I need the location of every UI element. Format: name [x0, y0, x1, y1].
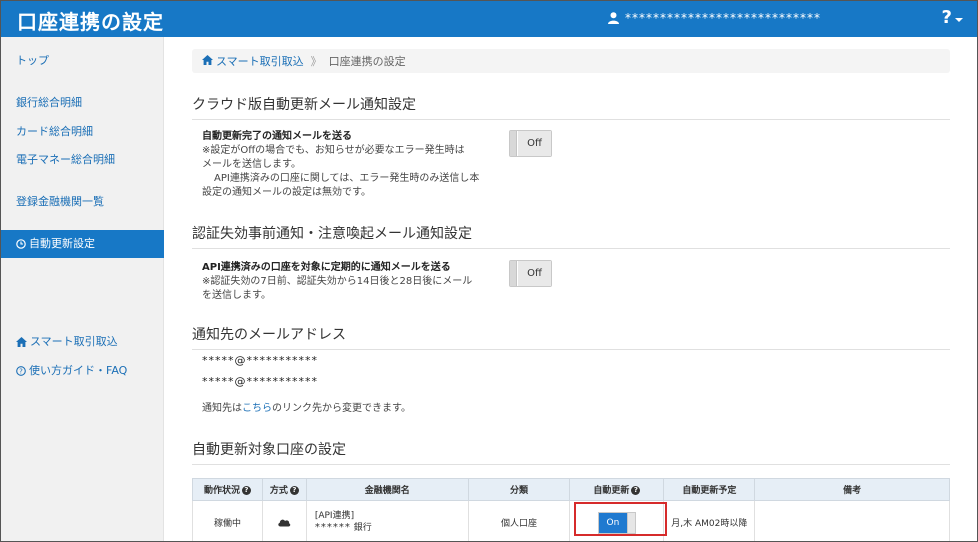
column-header-schedule: 自動更新予定 [663, 478, 756, 501]
description-line: を送信します。 [202, 290, 271, 301]
user-icon [608, 12, 619, 24]
auth-mail-toggle[interactable]: Off [509, 260, 552, 287]
note-text: のリンク先から変更できます。 [272, 403, 411, 414]
sidebar-item-label: トップ [16, 54, 49, 67]
cell-category: 個人口座 [467, 500, 571, 541]
cell-method [261, 500, 307, 541]
column-header-method: 方式? [261, 478, 307, 501]
app-window: 口座連携の設定 **************************** ? ト… [0, 0, 978, 542]
cloud-mail-toggle[interactable]: Off [509, 130, 552, 157]
sidebar-item-label: 自動更新設定 [29, 237, 95, 250]
email-change-link[interactable]: こちら [242, 403, 272, 414]
main-content: スマート取引取込 》 口座連携の設定 クラウド版自動更新メール通知設定 自動更新… [164, 37, 977, 541]
page-title: 口座連携の設定 [17, 10, 164, 34]
section-title-accounts: 自動更新対象口座の設定 [192, 439, 950, 465]
cell-status: 稼働中 [192, 500, 263, 541]
user-name: **************************** [625, 11, 821, 25]
note-text: 通知先は [202, 403, 242, 414]
table-row: 稼働中 [API連携] ****** 銀行 個人口座 On 月,木 AM02時以… [192, 500, 950, 541]
description-line: ※設定がOffの場合でも、お知らせが必要なエラー発生時は [202, 145, 465, 156]
home-icon [16, 337, 27, 347]
help-menu[interactable]: ? [942, 7, 963, 28]
column-header-status: 動作状況? [192, 478, 263, 501]
help-icon[interactable]: ? [631, 486, 641, 495]
toggle-knob [510, 131, 517, 156]
email-address: *****@*********** [202, 375, 318, 388]
auto-update-toggle[interactable]: On [597, 511, 636, 534]
sidebar-item-label: 銀行総合明細 [16, 96, 82, 109]
help-icon[interactable]: ? [289, 486, 299, 495]
sidebar: トップ 銀行総合明細 カード総合明細 電子マネー総合明細 登録金融機関一覧 自動… [1, 37, 164, 541]
toggle-knob [510, 261, 517, 286]
description-line: 設定の通知メールの設定は無効です。 [202, 187, 371, 198]
description-line: API連携済みの口座に関しては、エラー発生時のみ送信し本 [214, 173, 480, 184]
sidebar-item-auto-update[interactable]: 自動更新設定 [1, 230, 164, 258]
sidebar-item-institutions[interactable]: 登録金融機関一覧 [1, 188, 164, 216]
sidebar-item-label: 電子マネー総合明細 [16, 153, 115, 166]
option-title: 自動更新完了の通知メールを送る [202, 131, 352, 142]
table-header-row: 動作状況? 方式? 金融機関名 分類 自動更新? 自動更新予定 備考 [192, 478, 950, 501]
breadcrumb-current: 口座連携の設定 [328, 55, 406, 68]
help-icon: ? [941, 7, 952, 28]
chevron-down-icon [955, 17, 963, 22]
cloud-icon [277, 518, 291, 528]
sidebar-item-label: 使い方ガイド・FAQ [29, 364, 128, 377]
sidebar-item-label: カード総合明細 [16, 125, 93, 138]
toggle-label: Off [518, 131, 551, 156]
breadcrumb-link-smart-import[interactable]: スマート取引取込 [216, 53, 304, 69]
description-line: ※認証失効の7日前、認証失効から14日後と28日後にメール [202, 276, 473, 287]
clock-icon [16, 239, 26, 249]
breadcrumb: スマート取引取込 》 口座連携の設定 [192, 49, 950, 73]
cell-remarks [754, 500, 950, 541]
section-title-auth-mail: 認証失効事前通知・注意喚起メール通知設定 [192, 223, 950, 249]
help-icon[interactable]: ? [241, 486, 251, 495]
question-circle-icon: ? [16, 366, 26, 376]
toggle-knob [626, 512, 635, 533]
sidebar-item-guide-faq[interactable]: ? 使い方ガイド・FAQ [1, 357, 164, 385]
email-address: *****@*********** [202, 354, 318, 367]
auth-mail-description: API連携済みの口座を対象に定期的に通知メールを送る ※認証失効の7日前、認証失… [202, 261, 472, 303]
home-icon [202, 54, 213, 68]
column-header-remarks: 備考 [754, 478, 950, 501]
cell-schedule: 月,木 AM02時以降 [663, 500, 756, 541]
sidebar-item-emoney-statements[interactable]: 電子マネー総合明細 [1, 146, 164, 174]
accounts-table: 動作状況? 方式? 金融機関名 分類 自動更新? 自動更新予定 備考 稼働中 [… [192, 478, 950, 541]
email-change-note: 通知先はこちらのリンク先から変更できます。 [202, 399, 411, 414]
institution-name: ****** [314, 522, 351, 533]
user-menu[interactable]: **************************** [608, 11, 821, 25]
breadcrumb-separator: 》 [310, 55, 322, 68]
sidebar-item-label: スマート取引取込 [30, 335, 118, 348]
sidebar-item-smart-import[interactable]: スマート取引取込 [1, 328, 164, 356]
sidebar-item-card-statements[interactable]: カード総合明細 [1, 118, 164, 146]
section-title-email: 通知先のメールアドレス [192, 324, 950, 350]
option-title: API連携済みの口座を対象に定期的に通知メールを送る [202, 262, 451, 273]
sidebar-item-top[interactable]: トップ [1, 47, 164, 75]
top-bar: 口座連携の設定 **************************** ? [1, 1, 977, 37]
sidebar-item-label: 登録金融機関一覧 [16, 195, 104, 208]
column-header-auto-update: 自動更新? [569, 478, 665, 501]
cell-auto-update: On [569, 500, 665, 541]
cell-institution: [API連携] ****** 銀行 [305, 500, 469, 541]
svg-text:?: ? [19, 368, 23, 376]
cloud-mail-description: 自動更新完了の通知メールを送る ※設定がOffの場合でも、お知らせが必要なエラー… [202, 130, 479, 200]
toggle-label: Off [518, 261, 551, 286]
description-line: メールを送信します。 [202, 159, 301, 170]
institution-tag: [API連携] [314, 511, 355, 521]
sidebar-item-bank-statements[interactable]: 銀行総合明細 [1, 89, 164, 117]
column-header-institution: 金融機関名 [305, 478, 469, 501]
column-header-category: 分類 [467, 478, 571, 501]
section-title-cloud-mail: クラウド版自動更新メール通知設定 [192, 94, 950, 120]
toggle-label: On [598, 512, 627, 533]
institution-suffix: 銀行 [353, 523, 372, 533]
